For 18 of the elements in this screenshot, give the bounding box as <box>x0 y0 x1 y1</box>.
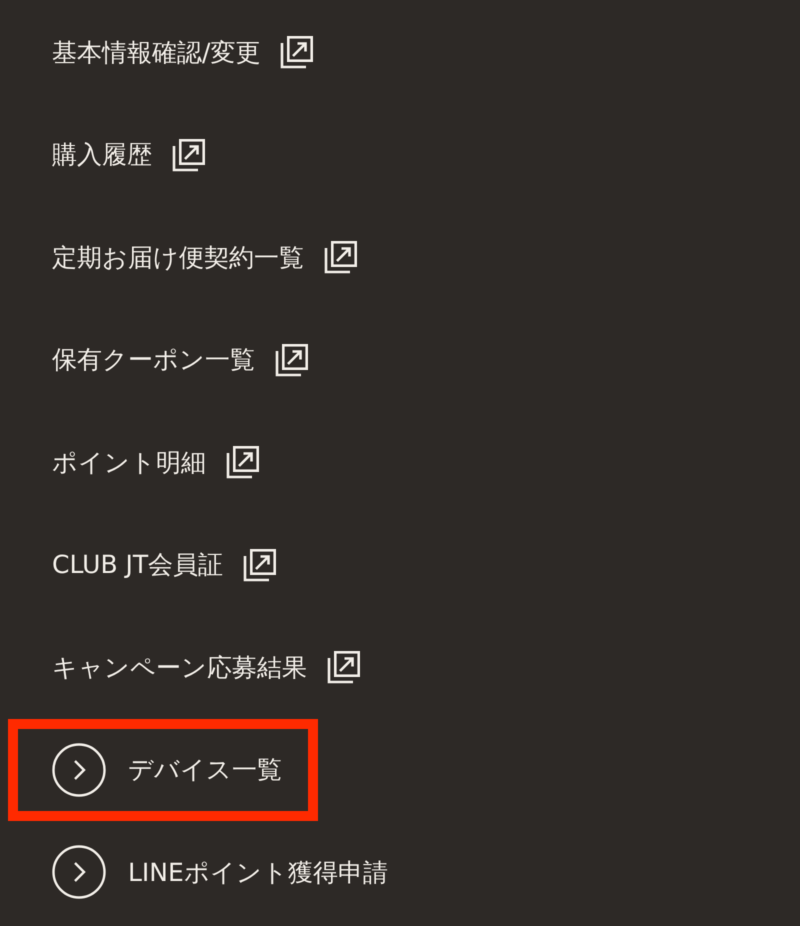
menu-link[interactable]: CLUB JT会員証 <box>52 548 224 582</box>
external-link-icon <box>280 35 314 70</box>
menu-link[interactable]: ポイント明細 <box>52 446 206 479</box>
chevron-circle-icon <box>52 742 106 797</box>
menu-link[interactable]: 定期お届け便契約一覧 <box>52 240 304 274</box>
menu-link[interactable]: 購入履歴 <box>52 138 152 172</box>
external-link-icon <box>275 342 309 377</box>
menu-link[interactable]: キャンペーン応募結果 <box>52 650 307 684</box>
menu-link[interactable]: 保有クーポン一覧 <box>52 343 255 376</box>
chevron-circle-icon <box>52 845 106 900</box>
external-link-icon <box>324 240 358 274</box>
menu-link[interactable]: LINEポイント獲得申請 <box>128 856 388 889</box>
external-link-icon <box>226 445 260 480</box>
external-link-icon <box>172 138 206 172</box>
external-link-icon <box>327 650 361 684</box>
external-link-icon <box>243 548 278 582</box>
menu-link[interactable]: デバイス一覧 <box>128 753 282 786</box>
menu-link[interactable]: 基本情報確認/変更 <box>52 36 260 69</box>
